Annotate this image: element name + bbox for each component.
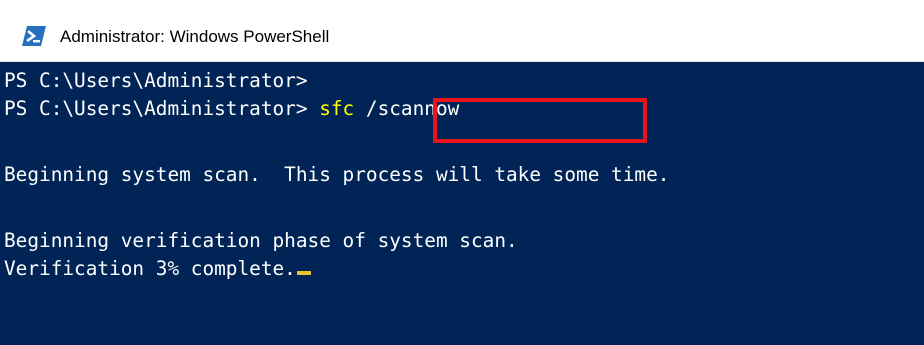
- prompt-line-2: PS C:\Users\Administrator> sfc /scannow: [4, 95, 459, 123]
- powershell-window: Administrator: Windows PowerShell PS C:\…: [0, 0, 924, 345]
- output-line-verification-phase: Beginning verification phase of system s…: [4, 229, 518, 252]
- progress-text: Verification 3% complete.: [4, 257, 296, 280]
- title-bar[interactable]: Administrator: Windows PowerShell: [0, 12, 924, 62]
- top-strip: [0, 0, 924, 12]
- command-name: sfc: [319, 97, 355, 120]
- output-line-progress: Verification 3% complete.: [4, 255, 311, 283]
- powershell-icon: [22, 26, 46, 46]
- window-title: Administrator: Windows PowerShell: [60, 27, 330, 46]
- prompt-line-1: PS C:\Users\Administrator>: [4, 69, 308, 92]
- prompt-text: PS C:\Users\Administrator>: [4, 97, 320, 120]
- command-highlight-box: [433, 98, 647, 143]
- text-cursor: [296, 271, 311, 275]
- output-line-scan-start: Beginning system scan. This process will…: [4, 163, 670, 186]
